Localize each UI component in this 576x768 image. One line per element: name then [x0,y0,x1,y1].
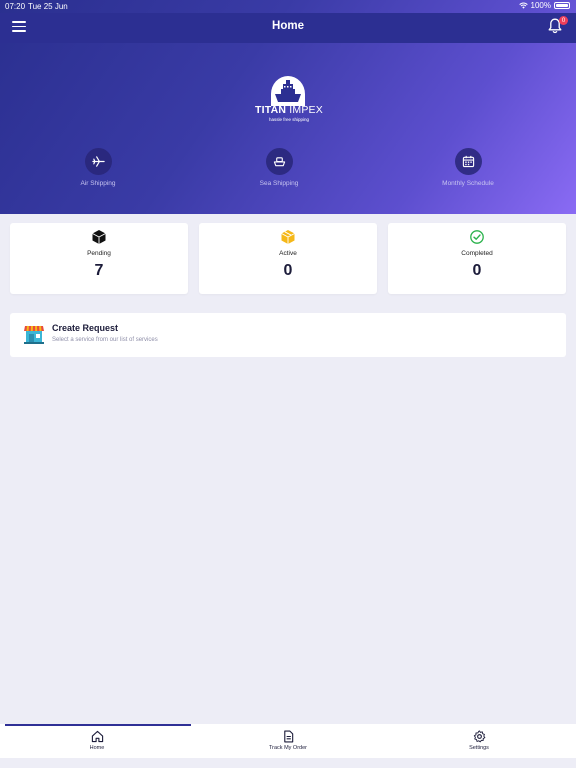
nav-label: Home [89,745,105,751]
home-icon [91,730,103,743]
header-hero: 07:20 Tue 25 Jun 100% Home 0 TITAN IMPEX… [0,0,576,214]
service-icon-circle [265,148,293,175]
stat-label: Active [279,250,297,257]
create-request-title: Create Request [52,323,119,333]
brand-logo: TITAN IMPEX hassle free shipping [244,72,334,126]
service-label: Monthly Schedule [442,180,494,187]
status-date: Tue 25 Jun [28,2,68,11]
notification-badge: 0 [559,16,568,25]
stat-value: 0 [283,262,293,279]
service-icon-circle [454,148,482,175]
notifications-button[interactable]: 0 [548,16,568,36]
service-monthly-schedule[interactable]: Monthly Schedule [418,148,518,187]
gear-icon [473,730,485,743]
ship-icon [273,157,285,167]
service-label: Air Shipping [80,180,116,187]
brand-name-light: IMPEX [289,104,323,116]
status-time: 07:20 [5,2,26,11]
nav-home[interactable]: Home [1,730,193,751]
package-icon [280,229,296,245]
wifi-icon [518,2,528,9]
service-air-shipping[interactable]: Air Shipping [48,148,148,187]
brand-name-bold: TITAN [255,104,287,116]
create-request-subtitle: Select a service from our list of servic… [52,337,158,343]
battery-icon [554,2,570,9]
stat-card-pending[interactable]: Pending 7 [10,223,188,294]
app-bar: Home 0 [0,13,576,43]
store-icon [23,323,44,345]
service-sea-shipping[interactable]: Sea Shipping [229,148,329,187]
create-request-card[interactable]: Create Request Select a service from our… [10,313,566,357]
status-right: 100% [518,1,570,10]
stat-card-completed[interactable]: Completed 0 [388,223,566,294]
active-tab-indicator [5,724,191,726]
stat-value: 0 [472,262,482,279]
stat-value: 7 [94,262,104,279]
service-label: Sea Shipping [259,180,299,187]
nav-track-my-order[interactable]: Track My Order [192,730,384,751]
stat-card-active[interactable]: Active 0 [199,223,377,294]
nav-label: Track My Order [269,745,307,751]
airplane-icon [91,156,105,167]
bottom-navigation: Home Track My Order Settings [0,724,576,758]
check-circle-icon [469,229,485,245]
box-icon [91,229,107,245]
stat-label: Completed [461,250,493,257]
document-icon [283,730,293,743]
stat-label: Pending [87,250,111,257]
brand-name: TITAN IMPEX [244,104,334,116]
page-title: Home [272,20,304,32]
service-icon-circle [84,148,112,175]
nav-label: Settings [469,745,489,751]
home-indicator-area [0,758,576,768]
nav-settings[interactable]: Settings [383,730,575,751]
brand-tagline: hassle free shipping [268,117,310,122]
ship-logo-icon [271,76,305,106]
battery-percent: 100% [530,1,551,10]
calendar-icon [462,155,474,168]
status-bar: 07:20 Tue 25 Jun 100% [0,0,576,13]
